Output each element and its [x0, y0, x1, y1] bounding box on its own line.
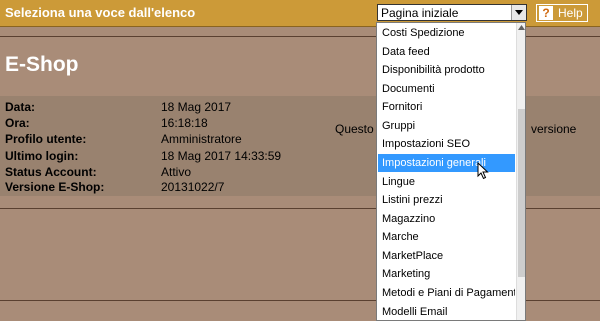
info-label: Ora: — [5, 116, 30, 130]
info-value: 20131022/7 — [161, 180, 225, 194]
dropdown-item[interactable]: Lingue — [378, 173, 515, 191]
dropdown-item[interactable]: Magazzino — [378, 210, 515, 228]
scrollbar-thumb[interactable] — [518, 109, 525, 277]
dropdown-item[interactable]: Impostazioni SEO — [378, 135, 515, 153]
info-label: Profilo utente: — [5, 132, 87, 146]
dropdown-item[interactable]: Fornitori — [378, 98, 515, 116]
dropdown-item[interactable]: Costi Spedizione — [378, 24, 515, 42]
dropdown-item[interactable]: Gruppi — [378, 117, 515, 135]
info-label: Versione E-Shop: — [5, 180, 105, 194]
info-value: 16:18:18 — [161, 116, 208, 130]
dropdown-item[interactable]: Disponibilità prodotto — [378, 61, 515, 79]
help-icon: ? — [539, 6, 553, 20]
info-row: Profilo utente: Amministratore — [5, 132, 385, 150]
page-title: E-Shop — [5, 53, 79, 76]
page-select[interactable]: Pagina iniziale — [377, 4, 527, 21]
info-side-text: versione — [531, 122, 577, 136]
page-select-dropdown-list[interactable]: Costi Spedizione Data feed Disponibilità… — [376, 22, 526, 321]
dropdown-item[interactable]: Listini prezzi — [378, 191, 515, 209]
info-value: Attivo — [161, 165, 192, 179]
dropdown-item-selected[interactable]: Impostazioni generali — [378, 154, 515, 172]
page-select-value: Pagina iniziale — [381, 6, 459, 20]
help-label: Help — [558, 6, 583, 20]
dropdown-item[interactable]: Data feed — [378, 43, 515, 61]
top-bar-title: Seleziona una voce dall'elenco — [5, 5, 196, 20]
info-row: Versione E-Shop: 20131022/7 — [5, 180, 385, 198]
dropdown-item[interactable]: Marche — [378, 228, 515, 246]
dropdown-item[interactable]: Documenti — [378, 80, 515, 98]
info-label: Status Account: — [5, 165, 97, 179]
info-side-text: Questo — [335, 122, 374, 136]
dropdown-scrollbar[interactable] — [516, 23, 525, 320]
select-dropdown-button[interactable] — [511, 5, 526, 20]
info-value: 18 Mag 2017 — [161, 100, 232, 114]
scroll-up-arrow-icon[interactable] — [518, 25, 525, 30]
info-label: Data: — [5, 100, 36, 114]
dropdown-item[interactable]: Modelli Email — [378, 303, 515, 320]
chevron-down-icon — [515, 10, 523, 15]
dropdown-item[interactable]: Metodi e Piani di Pagamento — [378, 284, 515, 302]
info-value: Amministratore — [161, 132, 242, 146]
help-button[interactable]: ? Help — [536, 4, 588, 22]
dropdown-item[interactable]: Marketing — [378, 265, 515, 283]
mouse-cursor-icon — [477, 162, 489, 180]
dropdown-item[interactable]: MarketPlace — [378, 247, 515, 265]
info-label: Ultimo login: — [5, 149, 79, 163]
info-value: 18 Mag 2017 14:33:59 — [161, 149, 282, 163]
